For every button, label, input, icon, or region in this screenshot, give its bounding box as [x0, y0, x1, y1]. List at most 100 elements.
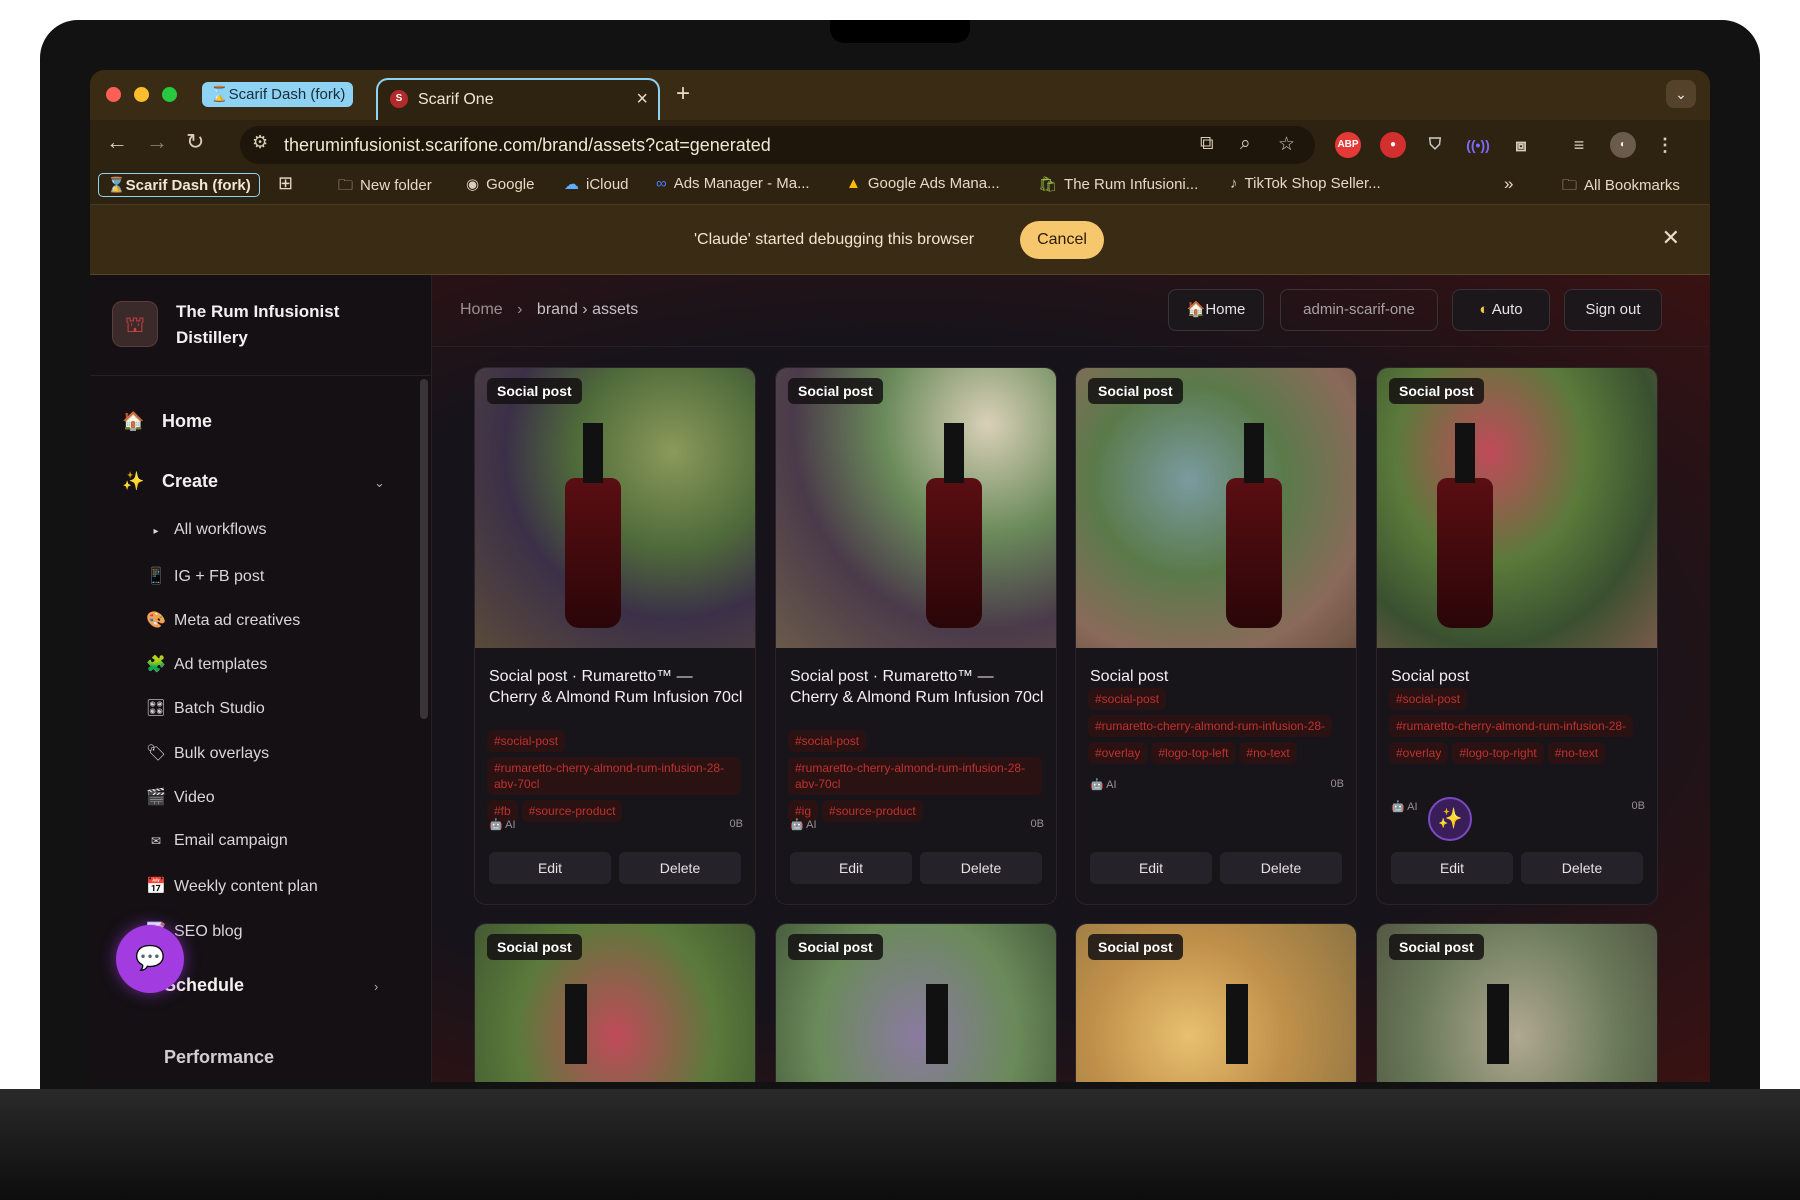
- tag-chip[interactable]: #no-text: [1547, 742, 1606, 764]
- edit-button[interactable]: Edit: [489, 852, 611, 884]
- connection-extension-icon[interactable]: ((•)): [1465, 132, 1491, 158]
- site-info-icon[interactable]: ⚙: [252, 132, 268, 153]
- asset-image[interactable]: [475, 368, 755, 648]
- browser-menu-icon[interactable]: ⋮: [1652, 132, 1678, 158]
- bookmark-ads-manager[interactable]: ∞ Ads Manager - Ma...: [656, 175, 810, 192]
- reload-icon[interactable]: ↻: [186, 129, 204, 155]
- close-tab-icon[interactable]: ×: [636, 88, 648, 111]
- tag-chip[interactable]: #overlay: [1088, 742, 1148, 764]
- asset-card[interactable]: Social post: [1075, 923, 1357, 1082]
- cancel-debugging-button[interactable]: Cancel: [1020, 221, 1104, 259]
- nav-performance[interactable]: Performance: [164, 1047, 274, 1068]
- ai-assistant-sparkle-button[interactable]: ✨: [1428, 797, 1472, 841]
- asset-card[interactable]: Social post Social post #social-post #rumar…: [1376, 367, 1658, 905]
- bookmark-rum-infusionist[interactable]: 🛍 The Rum Infusioni...: [1038, 175, 1198, 193]
- chevron-down-icon[interactable]: ⌄: [374, 475, 385, 491]
- tag-chip[interactable]: #logo-top-right: [1452, 742, 1544, 764]
- asset-image[interactable]: [776, 368, 1056, 648]
- brand-name[interactable]: The Rum Infusionist Distillery: [176, 299, 376, 351]
- sidebar-item-meta-ad-creatives[interactable]: 🎨 Meta ad creatives: [138, 610, 300, 630]
- tag-chip[interactable]: #social-post: [1389, 688, 1468, 710]
- tag-chip[interactable]: #overlay: [1389, 742, 1449, 764]
- bookmark-scarif-dash-fork[interactable]: ⌛Scarif Dash (fork): [98, 173, 260, 197]
- bookmark-star-icon[interactable]: ☆: [1278, 133, 1295, 156]
- asset-card[interactable]: Social post: [775, 923, 1057, 1082]
- profile-avatar[interactable]: ◐: [1610, 132, 1636, 158]
- maximize-window-button[interactable]: [162, 87, 177, 102]
- extensions-puzzle-icon[interactable]: ⧈: [1508, 132, 1534, 158]
- tab-search-button[interactable]: ⌄: [1666, 80, 1696, 108]
- breadcrumb-path[interactable]: brand › assets: [537, 301, 638, 318]
- asset-card[interactable]: Social post Social post · Rumaretto™ — Ch…: [474, 367, 756, 905]
- sidebar-item-ig-fb-post[interactable]: 📱 IG + FB post: [138, 566, 264, 586]
- back-arrow-icon[interactable]: ←: [106, 129, 128, 155]
- sidebar-item-bulk-overlays[interactable]: 🏷 Bulk overlays: [138, 743, 269, 763]
- close-window-button[interactable]: [106, 87, 121, 102]
- tag-chip[interactable]: #logo-top-left: [1151, 742, 1236, 764]
- asset-card[interactable]: Social post Social post #social-post #rumar…: [1075, 367, 1357, 905]
- edit-button[interactable]: Edit: [790, 852, 912, 884]
- tag-chip[interactable]: #no-text: [1239, 742, 1297, 764]
- tag-chip[interactable]: #rumaretto-cherry-almond-rum-infusion-28…: [1088, 715, 1333, 737]
- nav-home[interactable]: 🏠 Home: [122, 411, 212, 432]
- sidebar-item-video[interactable]: 🎬 Video: [138, 787, 215, 807]
- minimize-window-button[interactable]: [134, 87, 149, 102]
- asset-card[interactable]: Social post: [1376, 923, 1658, 1082]
- sidebar-item-ad-templates[interactable]: 🧩 Ad templates: [138, 654, 267, 674]
- bookmark-google-ads[interactable]: ▲ Google Ads Mana...: [846, 175, 1000, 192]
- all-bookmarks[interactable]: 🗀 All Bookmarks: [1562, 175, 1680, 200]
- asset-image[interactable]: [1377, 368, 1657, 648]
- tab-scarif-one[interactable]: S Scarif One ×: [376, 78, 660, 120]
- chat-bubble-button[interactable]: 💬: [116, 925, 184, 993]
- bookmark-google[interactable]: ◉ Google: [466, 175, 534, 193]
- bookmark-new-folder[interactable]: 🗀 New folder: [338, 175, 432, 200]
- apps-grid-icon[interactable]: ⊞: [278, 173, 293, 194]
- delete-button[interactable]: Delete: [619, 852, 741, 884]
- brand-logo[interactable]: ⛫: [112, 301, 158, 347]
- asset-card[interactable]: Social post Social post · Rumaretto™ — Ch…: [775, 367, 1057, 905]
- tab-group-scarif-dash[interactable]: ⌛Scarif Dash (fork): [202, 82, 354, 107]
- delete-button[interactable]: Delete: [1220, 852, 1342, 884]
- install-app-icon[interactable]: ⧉: [1200, 133, 1214, 155]
- home-button[interactable]: 🏠Home: [1168, 289, 1264, 331]
- zoom-icon[interactable]: ⌕: [1240, 133, 1251, 155]
- sidebar-item-email-campaign[interactable]: ✉ Email campaign: [138, 832, 288, 850]
- forward-arrow-icon[interactable]: →: [146, 129, 168, 155]
- address-bar[interactable]: ⚙ theruminfusionist.scarifone.com/brand/…: [240, 126, 1315, 164]
- theme-toggle-button[interactable]: ◐ Auto: [1452, 289, 1550, 331]
- delete-button[interactable]: Delete: [1521, 852, 1643, 884]
- asset-image[interactable]: [1076, 368, 1356, 648]
- sidebar-item-weekly-content-plan[interactable]: 📅 Weekly content plan: [138, 876, 318, 896]
- more-bookmarks-icon[interactable]: »: [1504, 174, 1513, 194]
- breadcrumb-home[interactable]: Home: [460, 301, 503, 318]
- sidebar-item-batch-studio[interactable]: 🎛 Batch Studio: [138, 698, 265, 718]
- sidebar-scrollbar[interactable]: [420, 379, 428, 719]
- tag-chip[interactable]: #rumaretto-cherry-almond-rum-infusion-28…: [487, 757, 741, 795]
- reading-list-icon[interactable]: ≡: [1566, 132, 1592, 158]
- tag-chip[interactable]: #social-post: [788, 730, 867, 752]
- puzzle-icon: 🧩: [146, 656, 166, 673]
- bookmark-icloud[interactable]: ☁ iCloud: [564, 175, 629, 193]
- new-tab-button[interactable]: +: [676, 80, 690, 108]
- robot-icon: 🤖: [1391, 801, 1408, 813]
- tag-chip[interactable]: #social-post: [1088, 688, 1167, 710]
- edit-button[interactable]: Edit: [1090, 852, 1212, 884]
- bookmark-tiktok-shop[interactable]: ♪ TikTok Shop Seller...: [1230, 175, 1381, 192]
- account-label[interactable]: admin-scarif-one: [1280, 289, 1438, 331]
- chevron-right-icon[interactable]: ›: [374, 979, 378, 994]
- edit-button[interactable]: Edit: [1391, 852, 1513, 884]
- sign-out-button[interactable]: Sign out: [1564, 289, 1662, 331]
- sidebar-item-all-workflows[interactable]: ▸ All workflows: [138, 521, 266, 539]
- close-infobar-icon[interactable]: ✕: [1662, 225, 1680, 251]
- nav-create[interactable]: ✨ Create: [122, 471, 218, 492]
- shield-extension-icon[interactable]: ⛉: [1422, 132, 1448, 158]
- tag-chip[interactable]: #social-post: [487, 730, 566, 752]
- tag-chip[interactable]: #rumaretto-cherry-almond-rum-infusion-28…: [788, 757, 1042, 795]
- asset-card[interactable]: Social post: [474, 923, 756, 1082]
- tag-chip[interactable]: #rumaretto-cherry-almond-rum-infusion-28…: [1389, 715, 1634, 737]
- red-extension-icon[interactable]: ●: [1380, 132, 1406, 158]
- url-text[interactable]: theruminfusionist.scarifone.com/brand/as…: [284, 135, 771, 156]
- adblock-extension-icon[interactable]: ABP: [1335, 132, 1361, 158]
- delete-button[interactable]: Delete: [920, 852, 1042, 884]
- sidebar-item-label: Weekly content plan: [174, 878, 318, 895]
